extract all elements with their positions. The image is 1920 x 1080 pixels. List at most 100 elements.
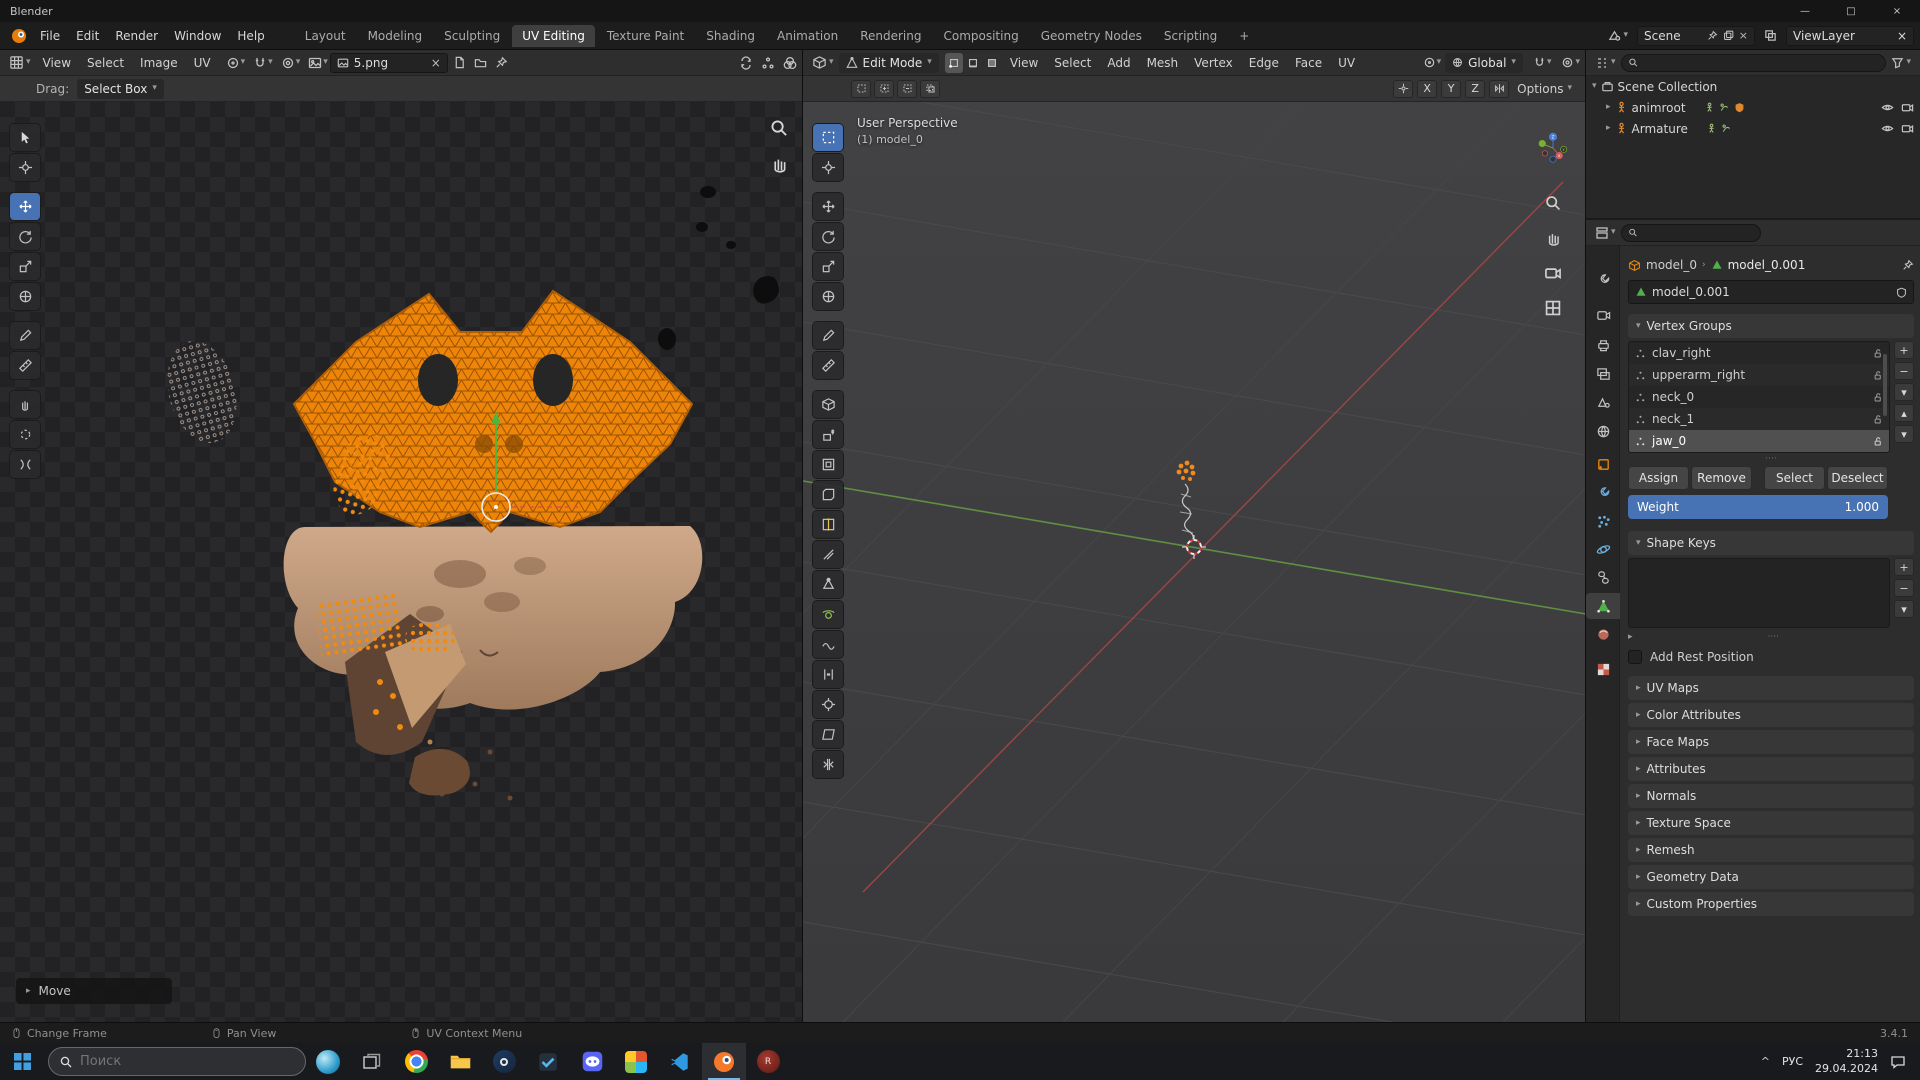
vg-row-neck-0[interactable]: neck_0 — [1629, 386, 1889, 408]
maximize-button[interactable]: □ — [1828, 0, 1874, 22]
vp-menu-face[interactable]: Face — [1288, 53, 1329, 73]
animroot-hide-icon[interactable] — [1881, 101, 1894, 114]
vg-move-up-button[interactable]: ▴ — [1894, 404, 1914, 422]
uv-sync-selection-icon[interactable] — [739, 56, 753, 70]
vg-lock-icon[interactable] — [1872, 414, 1883, 425]
section-geometry-data[interactable]: ▸Geometry Data — [1628, 865, 1914, 889]
steam-icon[interactable] — [482, 1043, 526, 1080]
vertex-select-mode[interactable] — [945, 53, 963, 73]
assign-button[interactable]: Assign — [1628, 466, 1689, 490]
menu-render[interactable]: Render — [107, 26, 166, 46]
outliner-row-scene-collection[interactable]: ▾ Scene Collection — [1586, 76, 1920, 97]
uv-select-mode-icon[interactable] — [761, 56, 775, 70]
add-workspace-button[interactable]: + — [1229, 25, 1259, 47]
uv-snap-button[interactable]: ▾ — [253, 56, 273, 70]
section-attributes[interactable]: ▸Attributes — [1628, 757, 1914, 781]
vp-menu-select[interactable]: Select — [1047, 53, 1098, 73]
taskbar-search-input[interactable] — [80, 1054, 260, 1069]
rip-region-tool[interactable] — [813, 751, 843, 778]
select-extend-icon[interactable] — [874, 80, 894, 98]
loop-cut-tool[interactable] — [813, 511, 843, 538]
outliner-search[interactable] — [1621, 54, 1887, 72]
select-button[interactable]: Select — [1764, 466, 1825, 490]
tab-object-data[interactable] — [1586, 593, 1620, 619]
tab-compositing[interactable]: Compositing — [933, 25, 1028, 47]
vg-row-clav-right[interactable]: clav_right — [1629, 342, 1889, 364]
options-dropdown[interactable]: Options ▾ — [1513, 82, 1576, 96]
uv-overlays-icon[interactable] — [783, 56, 797, 70]
open-image-button[interactable] — [471, 53, 490, 73]
vg-lock-icon[interactable] — [1872, 392, 1883, 403]
vp-menu-view[interactable]: View — [1003, 53, 1045, 73]
outliner-filter-button[interactable]: ▾ — [1888, 53, 1914, 73]
tab-world[interactable] — [1586, 418, 1620, 444]
cursor-tool[interactable] — [10, 154, 40, 181]
axis-x-toggle[interactable]: X — [1417, 80, 1437, 98]
vg-specials-button[interactable]: ▾ — [1894, 383, 1914, 401]
uv-pan-icon[interactable] — [769, 154, 789, 174]
deselect-button[interactable]: Deselect — [1827, 466, 1888, 490]
sk-remove-button[interactable]: − — [1894, 579, 1914, 597]
taskbar-search[interactable] — [48, 1047, 306, 1076]
vg-row-neck-1[interactable]: neck_1 — [1629, 408, 1889, 430]
new-image-button[interactable] — [450, 53, 469, 73]
select-intersect-icon[interactable] — [920, 80, 940, 98]
pin-image-button[interactable] — [492, 53, 511, 73]
select-subtract-icon[interactable] — [897, 80, 917, 98]
snap-toggle-button[interactable]: ▾ — [1533, 56, 1552, 69]
menu-edit[interactable]: Edit — [68, 26, 107, 46]
tray-expand-icon[interactable]: ^ — [1761, 1055, 1770, 1068]
vg-row-jaw-0[interactable]: jaw_0 — [1629, 430, 1889, 452]
tab-material[interactable] — [1586, 621, 1620, 647]
tab-constraints[interactable] — [1586, 564, 1620, 590]
shape-key-list[interactable] — [1628, 558, 1890, 628]
photos-icon[interactable] — [614, 1043, 658, 1080]
tab-object[interactable] — [1586, 451, 1620, 477]
vp-menu-mesh[interactable]: Mesh — [1140, 53, 1186, 73]
tab-physics[interactable] — [1586, 536, 1620, 562]
tab-texture[interactable] — [1586, 656, 1620, 682]
uv-menu-view[interactable]: View — [36, 53, 78, 73]
menu-help[interactable]: Help — [229, 26, 272, 46]
image-unlink-icon[interactable]: × — [431, 56, 441, 70]
properties-editor-type-button[interactable]: ▾ — [1592, 223, 1619, 243]
rotate-tool[interactable] — [10, 223, 40, 250]
app-icon-generic[interactable] — [526, 1043, 570, 1080]
pin-id-icon[interactable] — [1902, 259, 1914, 271]
notifications-icon[interactable] — [1890, 1054, 1906, 1070]
tab-rendering[interactable]: Rendering — [850, 25, 931, 47]
vp-menu-uv[interactable]: UV — [1331, 53, 1362, 73]
vp-ortho-grid-icon[interactable] — [1544, 299, 1562, 317]
tweak-tool[interactable] — [10, 124, 40, 151]
sk-specials-button[interactable]: ▾ — [1894, 600, 1914, 618]
add-rest-position-checkbox[interactable] — [1628, 650, 1642, 664]
orientation-dropdown[interactable]: Global ▾ — [1445, 53, 1523, 73]
extrude-tool[interactable] — [813, 421, 843, 448]
shrink-fatten-tool[interactable] — [813, 691, 843, 718]
vp-pan-icon[interactable] — [1544, 229, 1562, 247]
cursor-tool-3d[interactable] — [813, 154, 843, 181]
uv-editor-type-button[interactable]: ▾ — [6, 53, 34, 73]
section-remesh[interactable]: ▸Remesh — [1628, 838, 1914, 862]
navigation-gizmo[interactable]: Z X Y — [1536, 110, 1570, 186]
mirror-toggle-icon[interactable] — [1489, 80, 1509, 98]
vp-menu-vertex[interactable]: Vertex — [1187, 53, 1240, 73]
tray-clock[interactable]: 21:13 29.04.2024 — [1815, 1047, 1878, 1076]
viewport-canvas[interactable]: User Perspective (1) model_0 Z X Y — [803, 102, 1586, 1022]
fake-user-icon[interactable] — [1896, 287, 1907, 298]
face-select-mode[interactable] — [983, 53, 1001, 73]
menu-window[interactable]: Window — [166, 26, 229, 46]
edge-slide-tool[interactable] — [813, 661, 843, 688]
move-tool[interactable] — [10, 193, 40, 220]
vg-lock-icon[interactable] — [1872, 436, 1883, 447]
poly-build-tool[interactable] — [813, 571, 843, 598]
tab-scripting[interactable]: Scripting — [1154, 25, 1227, 47]
close-button[interactable]: × — [1874, 0, 1920, 22]
uv-proportional-edit-button[interactable]: ▾ — [281, 56, 301, 70]
bevel-tool[interactable] — [813, 481, 843, 508]
outliner-editor-type-button[interactable]: ▾ — [1592, 53, 1619, 73]
chrome-icon[interactable] — [394, 1043, 438, 1080]
weight-slider[interactable]: Weight 1.000 — [1628, 495, 1888, 519]
tab-render[interactable] — [1586, 302, 1620, 328]
vg-lock-icon[interactable] — [1872, 370, 1883, 381]
